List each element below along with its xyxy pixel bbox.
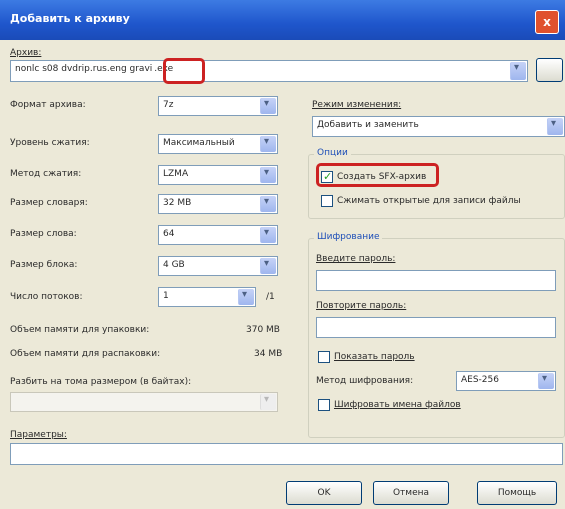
shared-files-checkbox[interactable] [321, 195, 333, 207]
dict-label: Размер словаря: [10, 198, 88, 208]
mem-pack-value: 370 MB [246, 325, 280, 335]
block-value: 4 GB [163, 260, 185, 270]
show-password-label[interactable]: Показать пароль [334, 352, 415, 362]
close-icon[interactable]: x [535, 10, 559, 34]
encrypt-names-checkbox[interactable] [318, 399, 330, 411]
mem-pack-label: Объем памяти для упаковки: [10, 325, 150, 335]
chevron-down-icon[interactable] [238, 289, 254, 305]
format-label: Формат архива: [10, 100, 86, 110]
browse-button[interactable] [536, 58, 563, 82]
chevron-down-icon[interactable] [260, 227, 276, 243]
chevron-down-icon[interactable] [260, 196, 276, 212]
enc-method-select[interactable]: AES-256 [456, 371, 556, 391]
level-value: Максимальный [163, 138, 235, 148]
password-field[interactable] [316, 270, 556, 291]
method-value: LZMA [163, 169, 189, 179]
params-field[interactable] [10, 443, 563, 465]
shared-files-label[interactable]: Сжимать открытые для записи файлы [337, 196, 521, 206]
threads-value: 1 [163, 291, 169, 301]
format-value: 7z [163, 100, 174, 110]
sfx-highlight [316, 163, 439, 187]
block-select[interactable]: 4 GB [158, 256, 278, 276]
enc-method-value: AES-256 [461, 375, 499, 385]
level-select[interactable]: Максимальный [158, 134, 278, 154]
word-select[interactable]: 64 [158, 225, 278, 245]
threads-label: Число потоков: [10, 292, 83, 302]
threads-select[interactable]: 1 [158, 287, 256, 307]
update-value: Добавить и заменить [317, 120, 419, 130]
add-to-archive-dialog: Добавить к архиву x Архив: nonlc s08 dvd… [0, 0, 565, 509]
repeat-password-field[interactable] [316, 317, 556, 338]
dict-value: 32 MB [163, 198, 192, 208]
archive-label: Архив: [10, 48, 42, 58]
update-label: Режим изменения: [312, 100, 402, 110]
window-title: Добавить к архиву [10, 12, 130, 25]
ext-highlight [163, 58, 205, 84]
chevron-down-icon[interactable] [260, 167, 276, 183]
archive-path-combo[interactable]: nonlc s08 dvdrip.rus.eng gravi .exe [10, 60, 528, 82]
level-label: Уровень сжатия: [10, 138, 90, 148]
chevron-down-icon[interactable] [547, 118, 563, 135]
split-label: Разбить на тома размером (в байтах): [10, 377, 192, 387]
threads-max: /1 [266, 292, 275, 302]
repeat-password-label: Повторите пароль: [316, 301, 407, 311]
show-password-checkbox[interactable] [318, 351, 330, 363]
update-mode-select[interactable]: Добавить и заменить [312, 116, 565, 137]
title-bar: Добавить к архиву x [0, 0, 565, 40]
mem-unpack-value: 34 MB [254, 349, 283, 359]
word-label: Размер слова: [10, 229, 77, 239]
help-button[interactable]: Помощь [477, 481, 557, 505]
ok-button[interactable]: OK [286, 481, 362, 505]
encrypt-names-label[interactable]: Шифровать имена файлов [334, 400, 461, 410]
chevron-down-icon[interactable] [538, 373, 554, 389]
cancel-button[interactable]: Отмена [373, 481, 449, 505]
encryption-title: Шифрование [314, 232, 383, 242]
dict-select[interactable]: 32 MB [158, 194, 278, 214]
method-label: Метод сжатия: [10, 169, 82, 179]
chevron-down-icon[interactable] [260, 394, 276, 410]
chevron-down-icon[interactable] [260, 98, 276, 114]
mem-unpack-label: Объем памяти для распаковки: [10, 349, 161, 359]
block-label: Размер блока: [10, 260, 78, 270]
params-label: Параметры: [10, 430, 67, 440]
word-value: 64 [163, 229, 175, 239]
chevron-down-icon[interactable] [260, 258, 276, 274]
options-title: Опции [314, 148, 351, 158]
method-select[interactable]: LZMA [158, 165, 278, 185]
enc-method-label: Метод шифрования: [316, 376, 414, 386]
password-label: Введите пароль: [316, 254, 396, 264]
archive-path-text: nonlc s08 dvdrip.rus.eng gravi [15, 64, 153, 74]
format-select[interactable]: 7z [158, 96, 278, 116]
split-select[interactable] [10, 392, 278, 412]
chevron-down-icon[interactable] [510, 62, 526, 80]
chevron-down-icon[interactable] [260, 136, 276, 152]
